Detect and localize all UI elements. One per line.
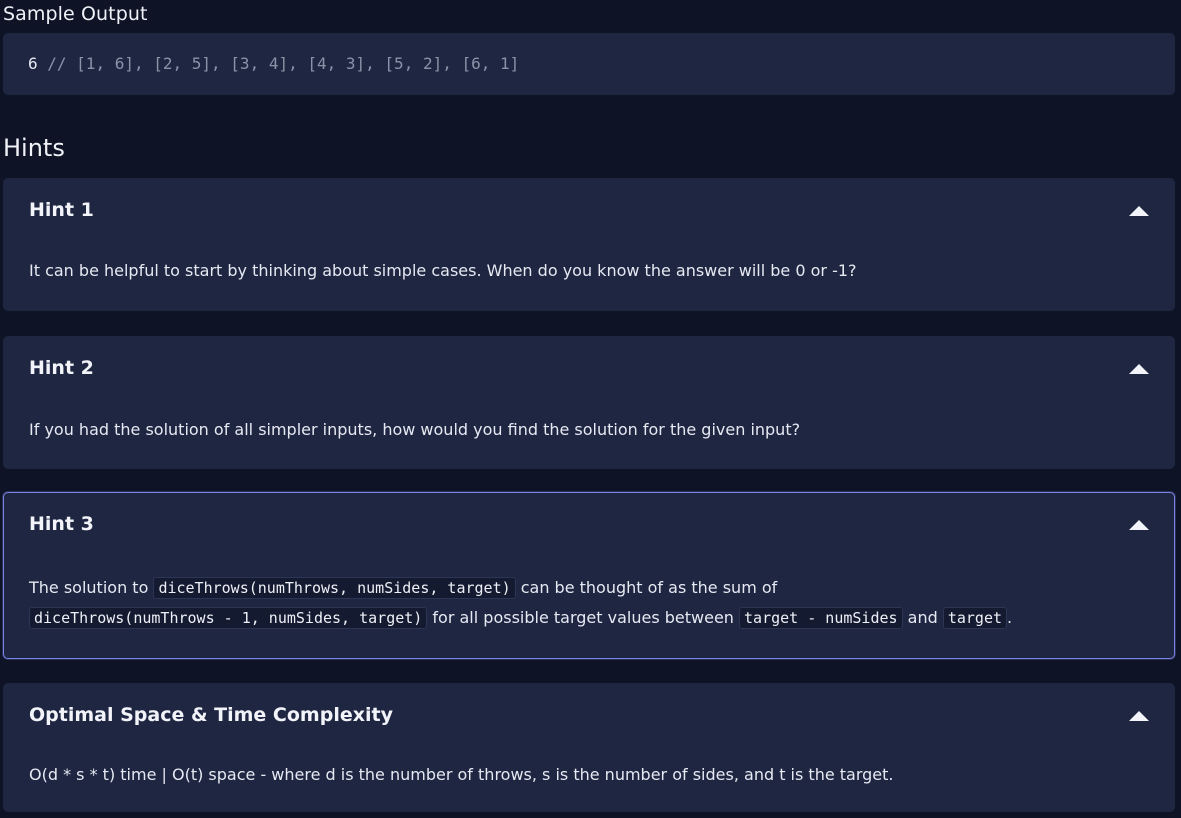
hint-2-card: Hint 2 If you had the solution of all si… [3,336,1175,469]
hint-3-text-part: . [1007,608,1013,627]
hint-1-text: It can be helpful to start by thinking a… [29,261,857,280]
hint-3-text-part: and [902,608,943,627]
inline-code: target - numSides [739,607,903,629]
caret-up-icon[interactable] [1129,520,1149,530]
caret-up-icon[interactable] [1129,364,1149,374]
sample-output-comment: // [1, 6], [2, 5], [3, 4], [4, 3], [5, 2… [37,54,520,73]
page: Sample Output 6 // [1, 6], [2, 5], [3, 4… [0,0,1181,818]
sample-output-code-block: 6 // [1, 6], [2, 5], [3, 4], [4, 3], [5,… [3,33,1175,95]
complexity-card: Optimal Space & Time Complexity O(d * s … [3,683,1175,812]
complexity-title[interactable]: Optimal Space & Time Complexity [29,704,393,726]
inline-code: diceThrows(numThrows - 1, numSides, targ… [29,607,428,629]
hint-3-text: The solution to diceThrows(numThrows, nu… [29,573,1149,633]
inline-code: target [942,607,1008,629]
hint-3-title[interactable]: Hint 3 [29,513,94,535]
hint-3-card: Hint 3 The solution to diceThrows(numThr… [3,492,1175,659]
hint-2-title[interactable]: Hint 2 [29,357,94,379]
sample-output-value: 6 [28,54,38,73]
hint-1-title[interactable]: Hint 1 [29,199,94,221]
hint-1-card: Hint 1 It can be helpful to start by thi… [3,178,1175,311]
hint-3-text-part: The solution to [29,578,154,597]
caret-up-icon[interactable] [1129,711,1149,721]
hints-heading: Hints [3,134,65,162]
complexity-text: O(d * s * t) time | O(t) space - where d… [29,765,894,784]
caret-up-icon[interactable] [1129,206,1149,216]
sample-output-label: Sample Output [3,3,148,25]
hint-2-text: If you had the solution of all simpler i… [29,420,801,439]
hint-3-text-part: for all possible target values between [427,608,740,627]
inline-code: diceThrows(numThrows, numSides, target) [153,577,516,599]
hint-3-text-part: can be thought of as the sum of [515,578,778,597]
